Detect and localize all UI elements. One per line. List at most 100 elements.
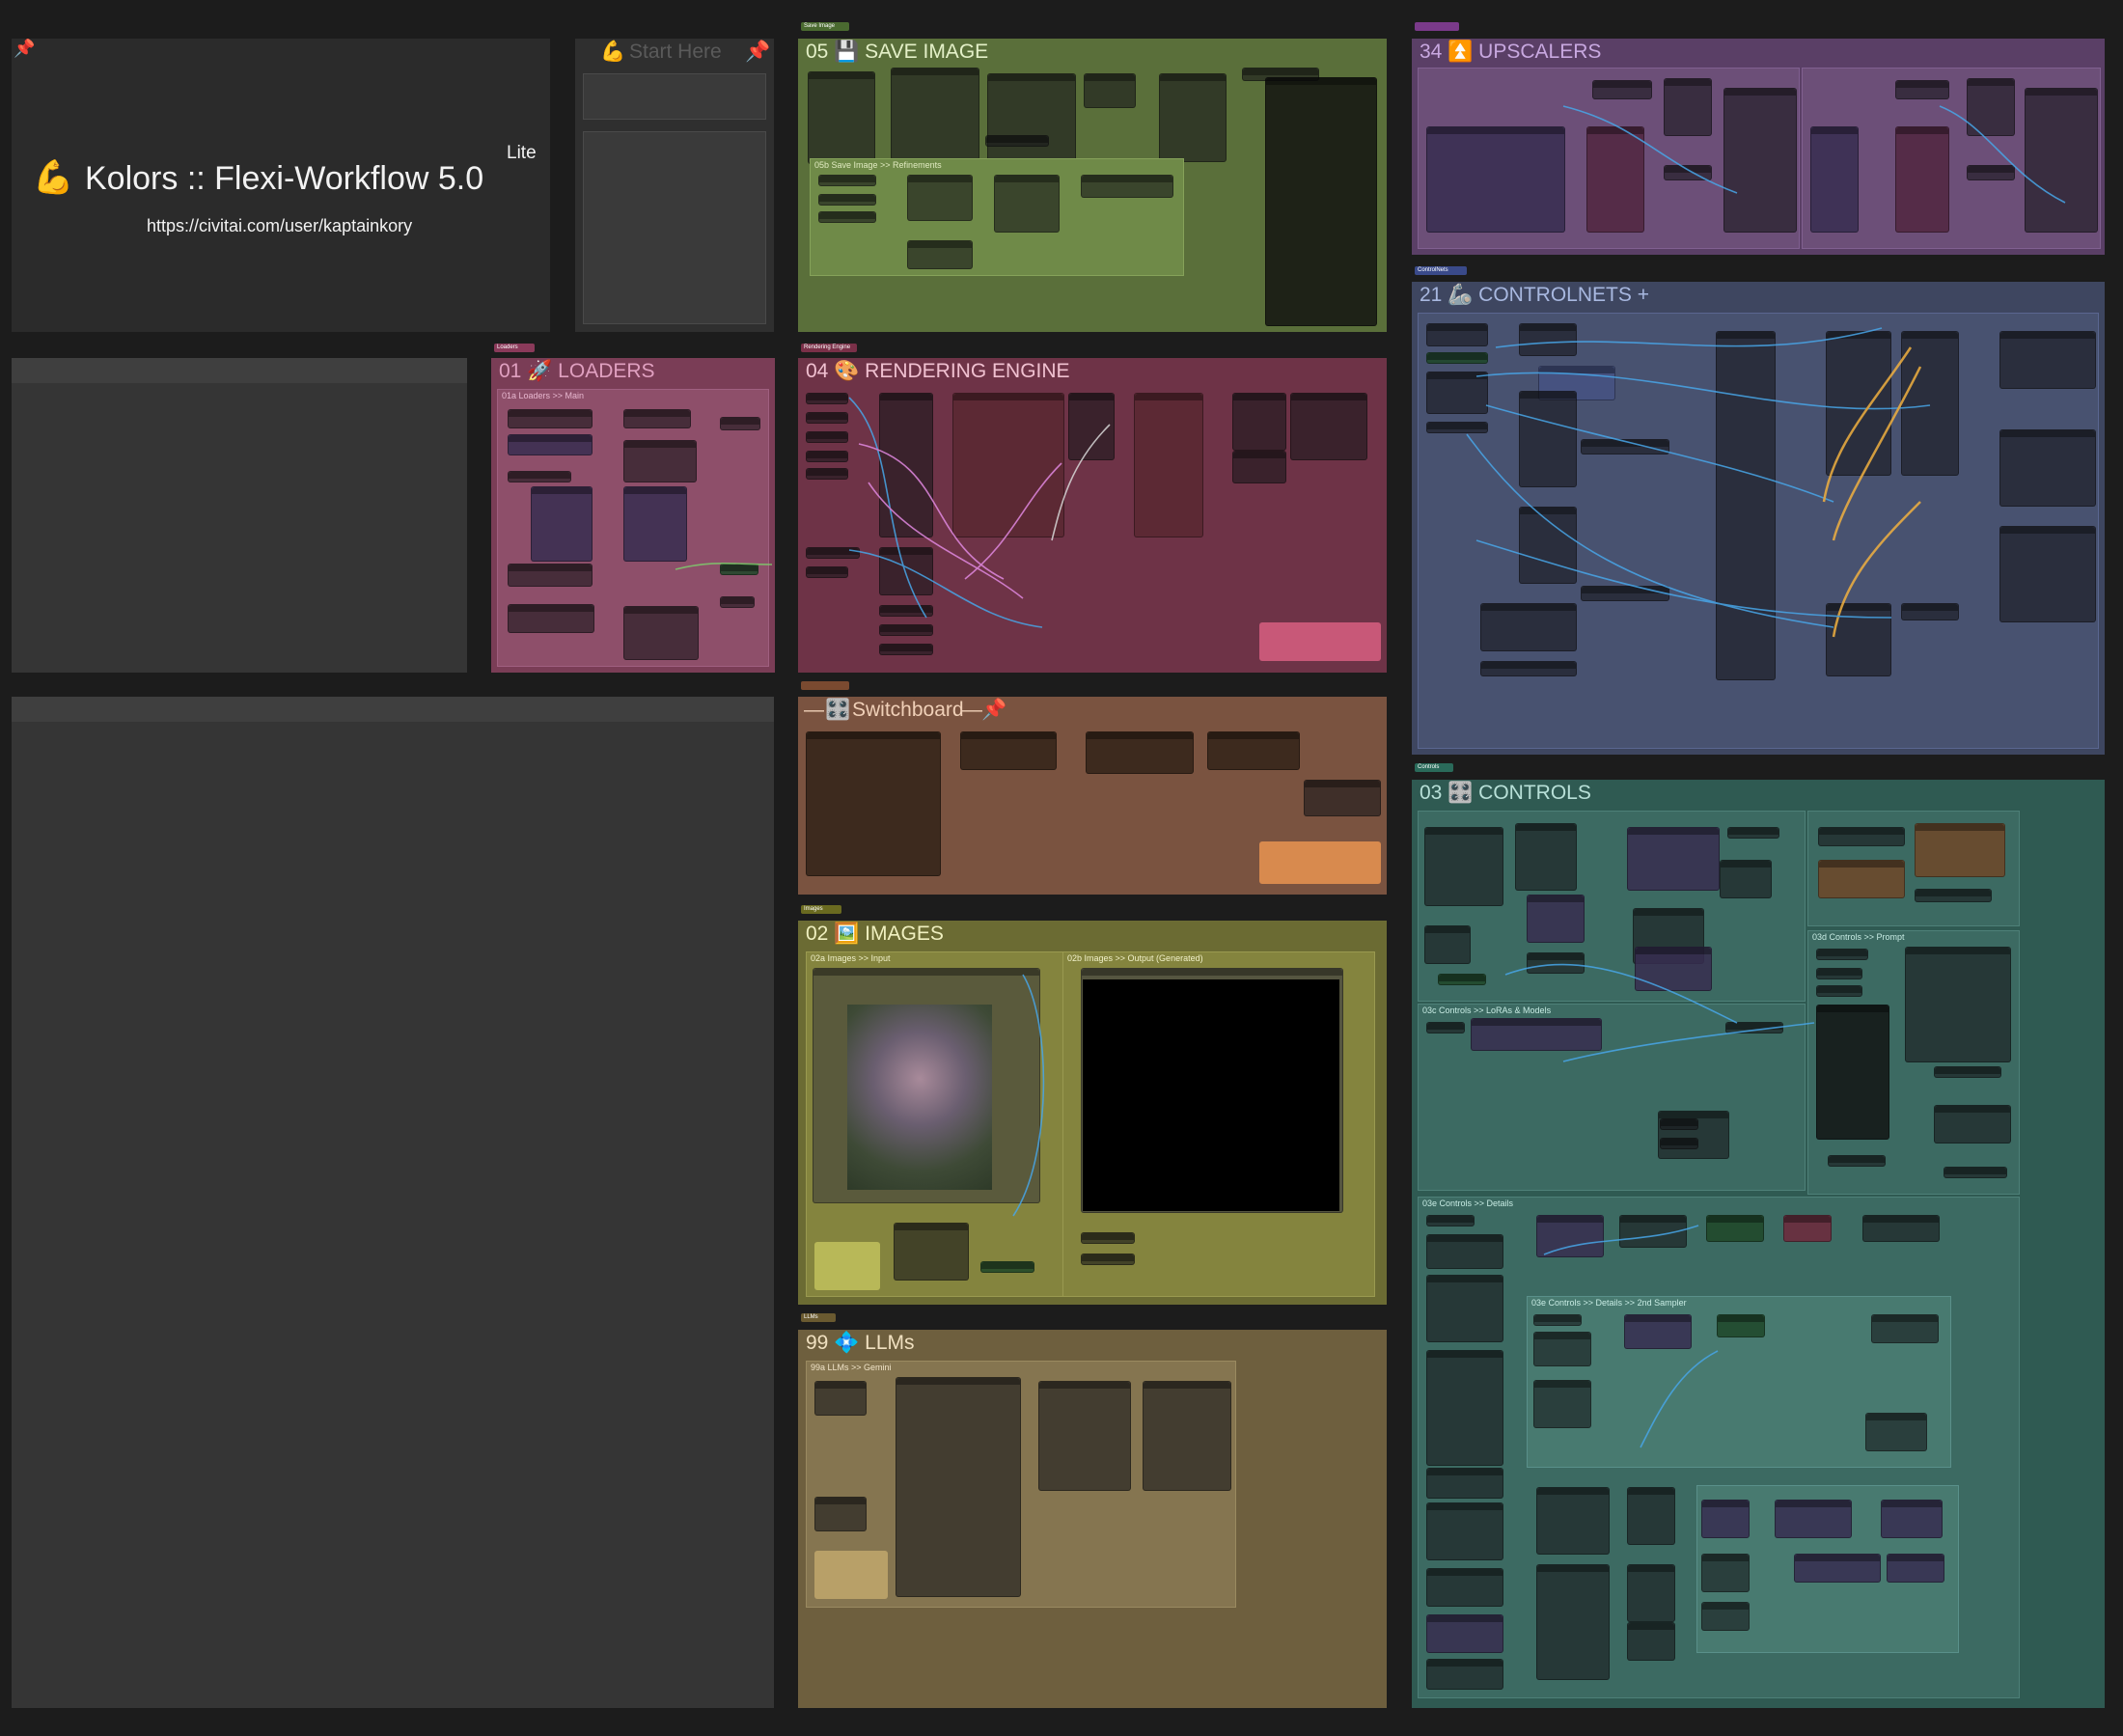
node[interactable] — [1581, 586, 1669, 601]
node[interactable] — [1816, 968, 1862, 979]
node[interactable] — [1627, 1564, 1675, 1622]
node[interactable] — [1581, 439, 1669, 455]
node[interactable] — [818, 211, 876, 223]
node[interactable] — [1627, 1622, 1675, 1661]
node[interactable] — [1527, 952, 1585, 974]
node[interactable] — [894, 1223, 969, 1281]
node[interactable] — [1818, 860, 1905, 898]
sampler-node[interactable] — [952, 393, 1064, 537]
node[interactable] — [1717, 1314, 1765, 1337]
node[interactable] — [1967, 165, 2015, 180]
switch-panel[interactable] — [1086, 731, 1194, 774]
node[interactable] — [1480, 661, 1577, 676]
node[interactable] — [806, 468, 848, 480]
node[interactable] — [720, 564, 758, 575]
group-llms[interactable]: 99 💠 LLMs 99a LLMs >> Gemini — [798, 1330, 1387, 1708]
node[interactable] — [1999, 526, 2096, 622]
node[interactable] — [1775, 1500, 1852, 1538]
node[interactable] — [508, 604, 594, 633]
node[interactable] — [879, 624, 933, 636]
node[interactable] — [1818, 827, 1905, 846]
node[interactable] — [720, 417, 760, 430]
node[interactable] — [1426, 1468, 1503, 1499]
node[interactable] — [1426, 323, 1488, 346]
node[interactable] — [1519, 323, 1577, 356]
node[interactable] — [1826, 603, 1891, 676]
node[interactable] — [1723, 88, 1797, 233]
node[interactable] — [1701, 1602, 1750, 1631]
pin-icon[interactable]: 📌 — [14, 39, 35, 59]
node[interactable] — [1881, 1500, 1943, 1538]
sampler-node[interactable] — [1134, 393, 1203, 537]
node[interactable] — [623, 606, 699, 660]
node[interactable] — [531, 486, 593, 562]
node[interactable] — [1901, 603, 1959, 620]
node[interactable] — [1720, 860, 1772, 898]
node[interactable] — [1426, 1568, 1503, 1607]
node[interactable] — [1081, 175, 1173, 198]
author-url[interactable]: https://civitai.com/user/kaptainkory — [147, 216, 412, 236]
node[interactable] — [1426, 1659, 1503, 1690]
node[interactable] — [1716, 331, 1776, 680]
node[interactable] — [1426, 1275, 1503, 1342]
node[interactable] — [806, 431, 848, 443]
sampler-node[interactable] — [1068, 393, 1115, 460]
node[interactable] — [1533, 1380, 1591, 1428]
group-switchboard[interactable]: — 🎛️ Switchboard — 📌 — [798, 697, 1387, 895]
node[interactable] — [806, 393, 848, 404]
node[interactable] — [1586, 126, 1644, 233]
node[interactable] — [1232, 451, 1286, 483]
node[interactable] — [1934, 1066, 2001, 1078]
node[interactable] — [1865, 1413, 1927, 1451]
node[interactable] — [1826, 331, 1891, 476]
group-loaders[interactable]: 01 🚀 LOADERS 01a Loaders >> Main — [491, 358, 775, 673]
node[interactable] — [879, 605, 933, 617]
node[interactable] — [1619, 1215, 1687, 1248]
node[interactable] — [720, 596, 755, 608]
node[interactable] — [1426, 1350, 1503, 1466]
node[interactable] — [1794, 1554, 1881, 1583]
node[interactable] — [985, 135, 1049, 147]
node[interactable] — [1426, 1022, 1465, 1033]
note-node[interactable] — [814, 1551, 888, 1599]
node[interactable] — [623, 409, 691, 428]
image-save-node[interactable] — [1265, 77, 1377, 326]
node[interactable] — [1515, 823, 1577, 891]
gemini-node[interactable] — [896, 1377, 1021, 1597]
node[interactable] — [1533, 1314, 1582, 1326]
node[interactable] — [1944, 1167, 2007, 1178]
node[interactable] — [1143, 1381, 1231, 1491]
switch-panel[interactable] — [1207, 731, 1300, 770]
node[interactable] — [1701, 1500, 1750, 1538]
pin-icon[interactable]: 📌 — [981, 699, 1006, 722]
node[interactable] — [1290, 393, 1367, 460]
node[interactable] — [1426, 372, 1488, 414]
node[interactable] — [1934, 1105, 2011, 1144]
node[interactable] — [1871, 1314, 1939, 1343]
group-controlnets[interactable]: 21 🦾 CONTROLNETS + — [1412, 282, 2105, 755]
prompt-node[interactable] — [1905, 947, 2011, 1062]
node[interactable] — [1536, 1487, 1610, 1555]
node[interactable] — [1426, 126, 1565, 233]
node[interactable] — [1701, 1554, 1750, 1592]
node[interactable] — [907, 175, 973, 221]
node[interactable] — [623, 440, 697, 482]
node[interactable] — [806, 547, 860, 559]
node[interactable] — [1828, 1155, 1886, 1167]
node[interactable] — [1664, 78, 1712, 136]
note-node[interactable] — [1259, 622, 1381, 661]
node[interactable] — [818, 175, 876, 186]
node[interactable] — [1901, 331, 1959, 476]
node[interactable] — [1471, 1018, 1602, 1051]
node[interactable] — [818, 194, 876, 206]
switch-panel[interactable] — [960, 731, 1057, 770]
node[interactable] — [987, 73, 1076, 166]
node[interactable] — [1426, 352, 1488, 364]
node[interactable] — [1783, 1215, 1832, 1242]
node[interactable] — [980, 1261, 1034, 1273]
node[interactable] — [1810, 126, 1859, 233]
node[interactable] — [1232, 393, 1286, 451]
node[interactable] — [1706, 1215, 1764, 1242]
node[interactable] — [1159, 73, 1227, 162]
node[interactable] — [806, 451, 848, 462]
